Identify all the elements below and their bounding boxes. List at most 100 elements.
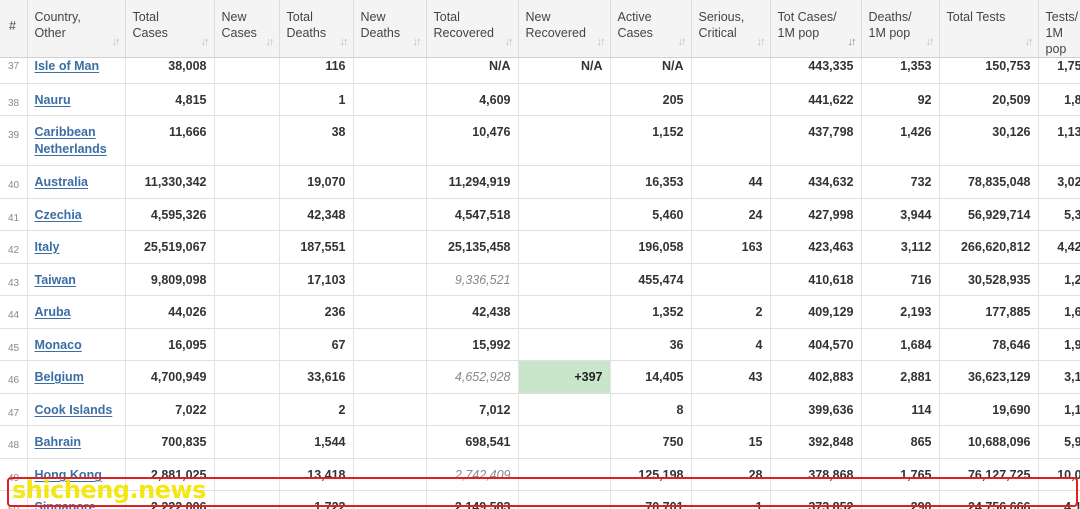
cell-new-deaths — [353, 328, 427, 361]
column-header-label: Serious, Critical — [698, 10, 745, 40]
cell-country: Singapore — [27, 490, 126, 509]
cell-new-recovered — [518, 198, 611, 231]
cell-total-recovered: 2,742,409 — [426, 458, 519, 491]
column-header-deaths-1m[interactable]: Deaths/ 1M pop ↓↑ — [861, 0, 940, 58]
country-link[interactable]: Caribbean Netherlands — [35, 125, 107, 156]
cell-deaths-1m: 1,684 — [861, 328, 940, 361]
column-header-new-cases[interactable]: New Cases ↓↑ — [214, 0, 280, 58]
cell-tot-cases-1m: 409,129 — [770, 295, 862, 329]
country-link[interactable]: Taiwan — [35, 273, 76, 287]
column-header-new-recovered[interactable]: New Recovered ↓↑ — [518, 0, 611, 58]
cell-new-deaths — [353, 425, 427, 459]
table-row: 49 Hong Kong 2,881,025 13,418 2,742,409 125,1… — [0, 458, 1080, 491]
cell-active-cases: 16,353 — [610, 165, 692, 199]
country-link[interactable]: Italy — [35, 240, 60, 254]
cell-country: Aruba — [27, 295, 126, 329]
cell-new-deaths — [353, 295, 427, 329]
table-row: 41 Czechia 4,595,326 42,348 4,547,518 5,460 24… — [0, 198, 1080, 231]
cell-active-cases: 36 — [610, 328, 692, 361]
sort-arrows-icon[interactable]: ↓↑ — [505, 34, 514, 50]
sort-arrows-icon[interactable]: ↓↑ — [926, 34, 935, 50]
column-header-label: Deaths/ 1M pop — [868, 10, 912, 40]
cell-new-deaths — [353, 165, 427, 199]
column-header-total-cases[interactable]: Total Cases ↓↑ — [125, 0, 215, 58]
column-header-label: Tot Cases/ 1M pop — [777, 10, 837, 40]
country-link[interactable]: Hong Kong — [35, 468, 102, 482]
cell-num: 41 — [0, 198, 28, 231]
column-header-label: New Recovered — [525, 10, 586, 40]
sort-arrows-icon[interactable]: ↓↑ — [413, 34, 422, 50]
cell-total-cases: 7,022 — [125, 393, 215, 426]
cell-total-recovered: 25,135,458 — [426, 230, 519, 264]
cell-active-cases: 205 — [610, 83, 692, 116]
cell-serious-critical — [691, 115, 771, 166]
cell-new-recovered — [518, 425, 611, 459]
cell-tests-1m: 1,97 — [1038, 328, 1080, 361]
country-link[interactable]: Australia — [35, 175, 89, 189]
column-header-tests-1m[interactable]: Tests/ 1M pop↓↑ — [1038, 0, 1080, 58]
sort-arrows-icon[interactable]: ↓↑ — [848, 34, 857, 50]
column-header-num[interactable]: # — [0, 0, 28, 58]
cell-total-tests: 20,509 — [939, 83, 1039, 116]
sort-arrows-icon[interactable]: ↓↑ — [1025, 34, 1034, 50]
cell-deaths-1m: 92 — [861, 83, 940, 116]
country-link[interactable]: Cook Islands — [35, 403, 113, 417]
cell-active-cases: 750 — [610, 425, 692, 459]
column-header-total-tests[interactable]: Total Tests ↓↑ — [939, 0, 1039, 58]
cell-active-cases: 1,352 — [610, 295, 692, 329]
sort-arrows-icon[interactable]: ↓↑ — [266, 34, 275, 50]
sort-arrows-icon[interactable]: ↓↑ — [757, 34, 766, 50]
cell-new-recovered — [518, 393, 611, 426]
cell-total-recovered: 9,336,521 — [426, 263, 519, 296]
cell-total-cases: 11,666 — [125, 115, 215, 166]
cell-country: Monaco — [27, 328, 126, 361]
cell-serious-critical — [691, 57, 771, 84]
column-header-label: Total Tests — [946, 10, 1006, 24]
column-header-total-recovered[interactable]: Total Recovered ↓↑ — [426, 0, 519, 58]
cell-tests-1m: 1,12 — [1038, 393, 1080, 426]
cell-serious-critical — [691, 83, 771, 116]
country-link[interactable]: Czechia — [35, 208, 82, 222]
cell-new-recovered: +397 — [518, 360, 611, 394]
cell-deaths-1m: 732 — [861, 165, 940, 199]
cell-new-cases — [214, 263, 280, 296]
country-link[interactable]: Monaco — [35, 338, 82, 352]
sort-arrows-icon[interactable]: ↓↑ — [678, 34, 687, 50]
cell-new-cases — [214, 230, 280, 264]
cell-total-deaths: 2 — [279, 393, 354, 426]
sort-arrows-icon[interactable]: ↓↑ — [201, 34, 210, 50]
country-link[interactable]: Bahrain — [35, 435, 82, 449]
sort-arrows-icon[interactable]: ↓↑ — [340, 34, 349, 50]
column-header-new-deaths[interactable]: New Deaths ↓↑ — [353, 0, 427, 58]
country-link[interactable]: Nauru — [35, 93, 71, 107]
column-header-country[interactable]: Country, Other ↓↑ — [27, 0, 126, 58]
column-header-active-cases[interactable]: Active Cases ↓↑ — [610, 0, 692, 58]
column-header-label: Active Cases — [617, 10, 653, 40]
country-link[interactable]: Belgium — [35, 370, 84, 384]
cell-num: 42 — [0, 230, 28, 264]
cell-serious-critical: 15 — [691, 425, 771, 459]
cell-new-recovered — [518, 83, 611, 116]
cell-new-recovered — [518, 295, 611, 329]
cell-new-recovered — [518, 458, 611, 491]
column-header-total-deaths[interactable]: Total Deaths ↓↑ — [279, 0, 354, 58]
cell-country: Nauru — [27, 83, 126, 116]
table-row: 47 Cook Islands 7,022 2 7,012 8 399,636 114 19,6… — [0, 393, 1080, 426]
column-header-serious-critical[interactable]: Serious, Critical ↓↑ — [691, 0, 771, 58]
cell-total-tests: 177,885 — [939, 295, 1039, 329]
column-header-label: Total Deaths — [286, 10, 327, 40]
column-header-tot-cases-1m[interactable]: Tot Cases/ 1M pop ↓↑ — [770, 0, 862, 58]
sort-arrows-icon[interactable]: ↓↑ — [597, 34, 606, 50]
cell-total-recovered: 11,294,919 — [426, 165, 519, 199]
cell-new-deaths — [353, 393, 427, 426]
cell-num: 45 — [0, 328, 28, 361]
country-link[interactable]: Isle of Man — [35, 59, 100, 73]
country-link[interactable]: Aruba — [35, 305, 71, 319]
table-row: 45 Monaco 16,095 67 15,992 36 4 404,570 1,684 78,… — [0, 328, 1080, 361]
sort-arrows-icon[interactable]: ↓↑ — [112, 34, 121, 50]
cell-tests-1m: 4,424 — [1038, 230, 1080, 264]
country-link[interactable]: Singapore — [35, 500, 96, 509]
cell-tot-cases-1m: 410,618 — [770, 263, 862, 296]
cell-tot-cases-1m: 402,883 — [770, 360, 862, 394]
column-header-label: Total Cases — [132, 10, 168, 40]
